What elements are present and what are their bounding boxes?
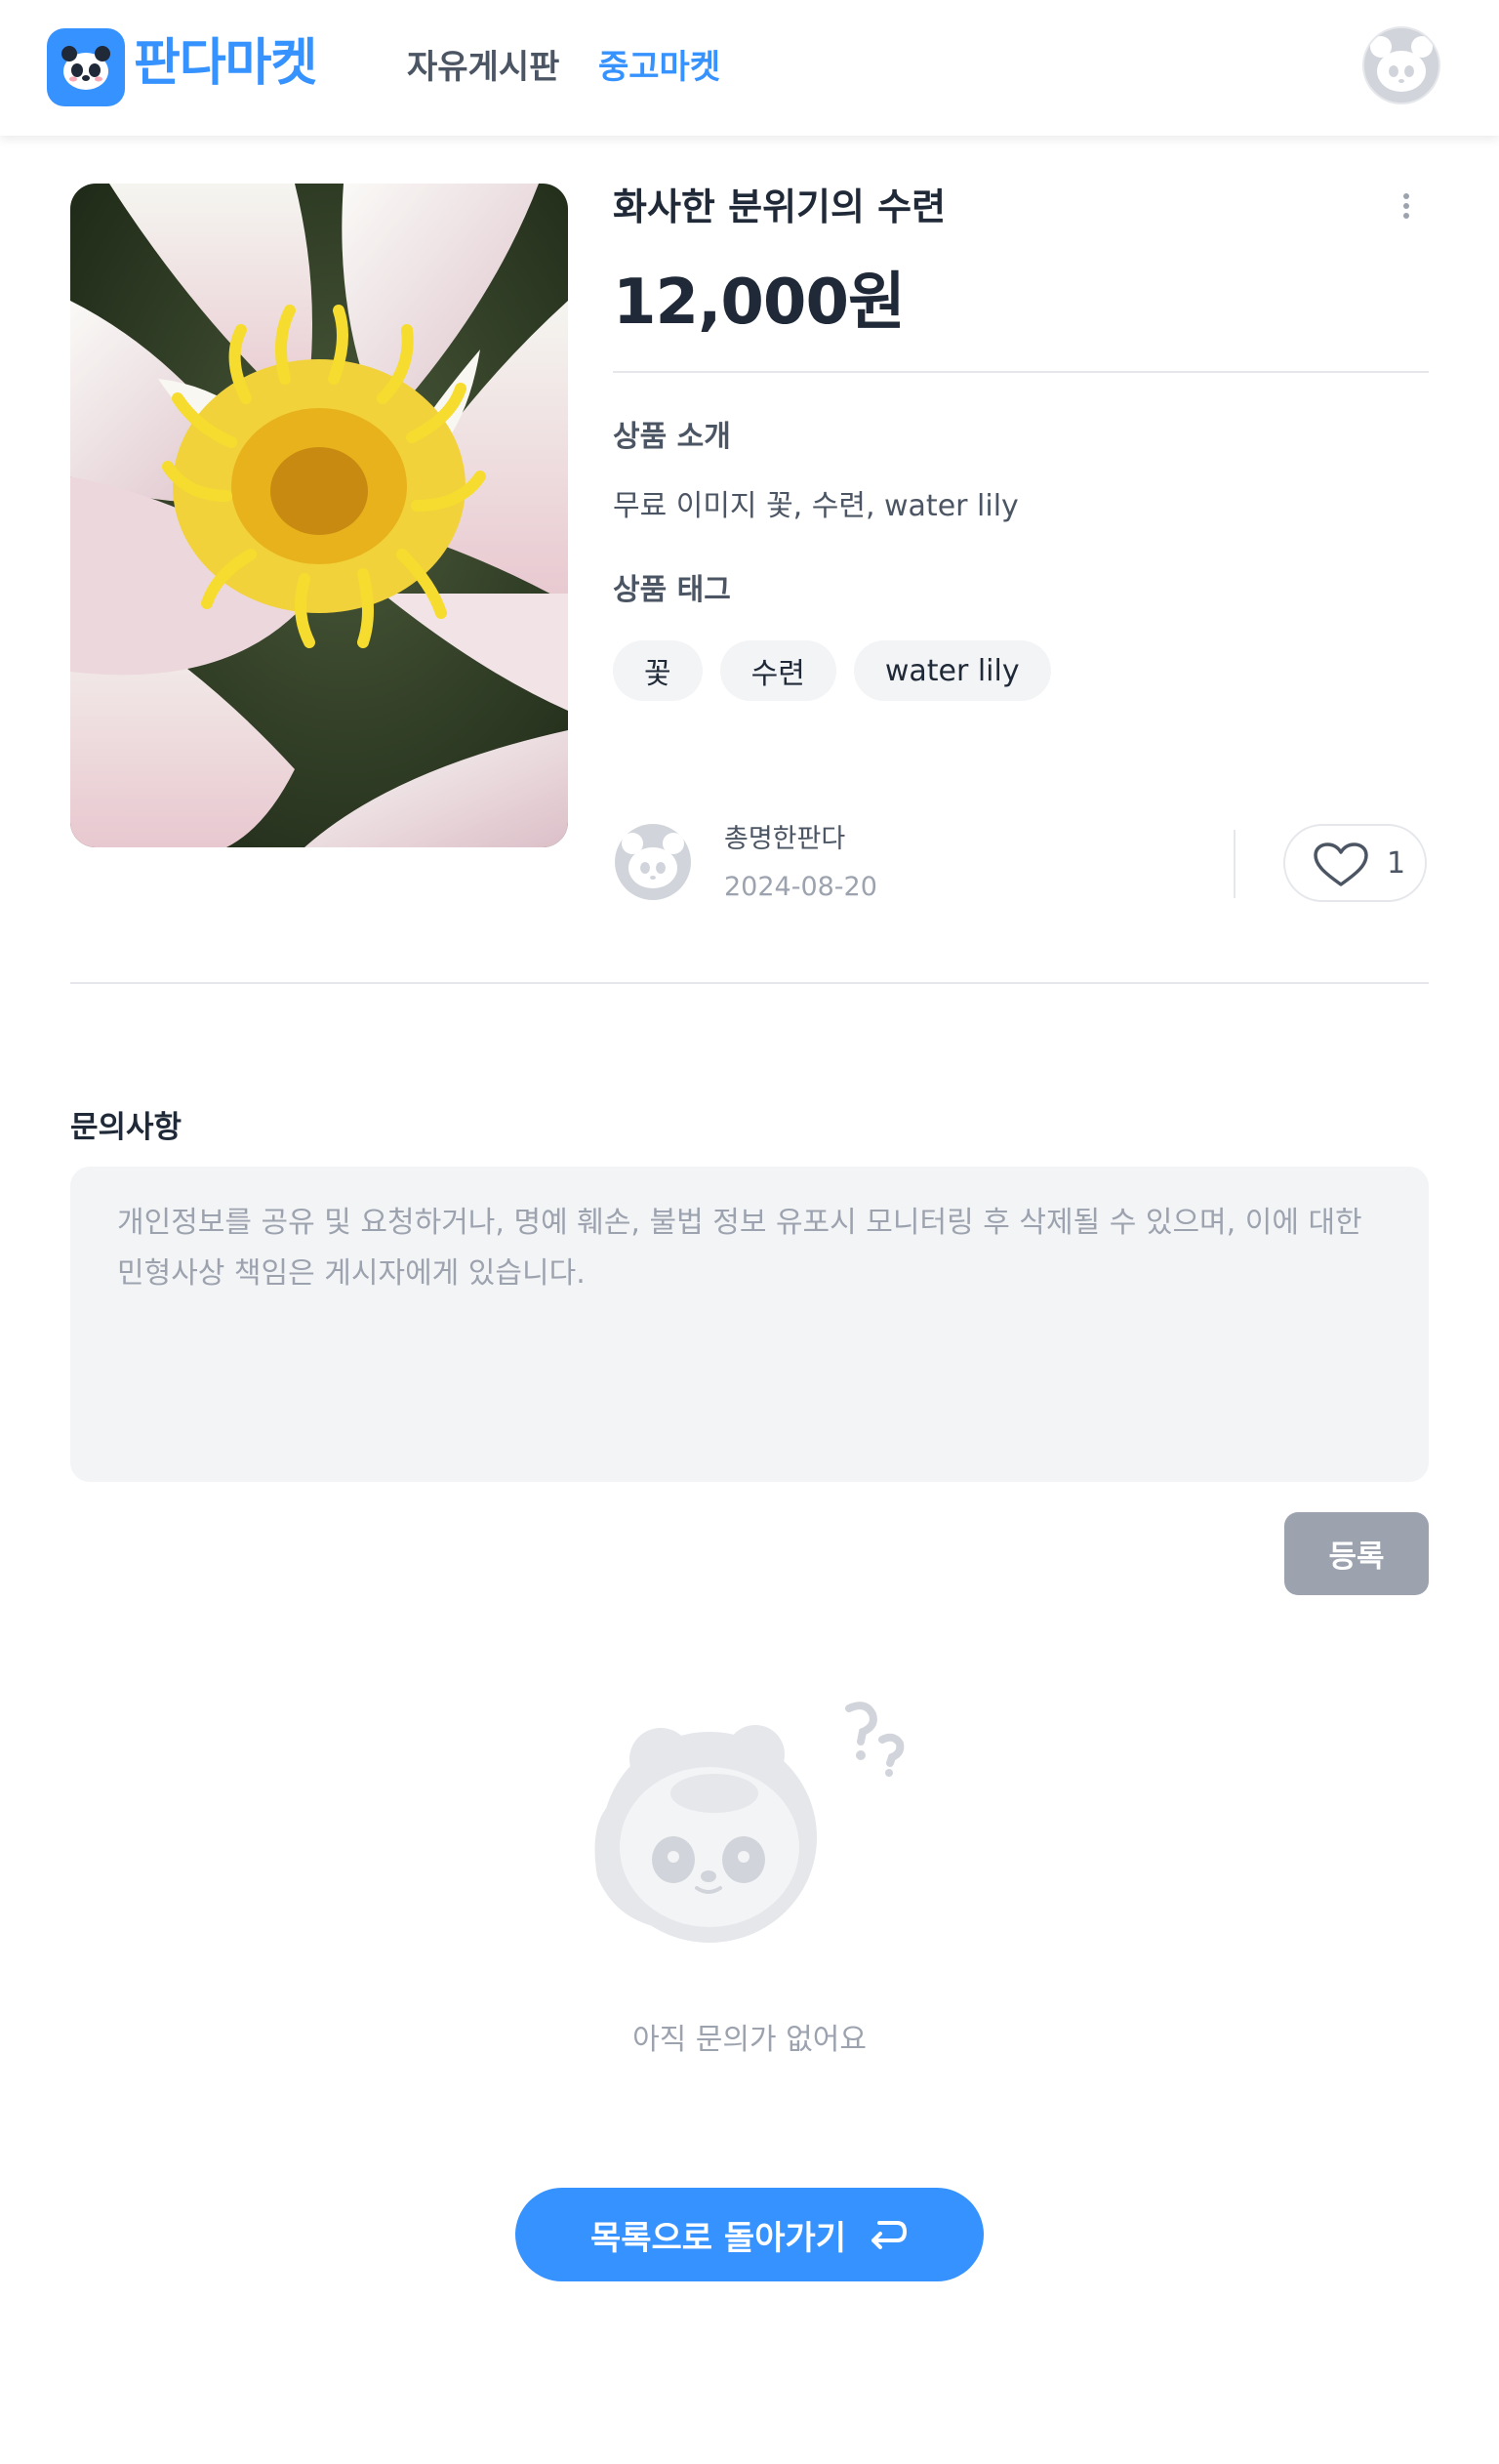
product-intro-label: 상품 소개 xyxy=(613,420,731,454)
return-arrow-icon xyxy=(871,2221,908,2249)
product-title: 화사한 분위기의 수련 xyxy=(613,185,947,228)
product-intro-text: 무료 이미지 꽃, 수련, water lily xyxy=(613,489,1019,523)
kebab-menu-icon[interactable] xyxy=(1392,191,1421,221)
top-navigation-bar: 판다마켓 자유게시판 중고마켓 xyxy=(0,0,1499,136)
panda-empty-illustration xyxy=(587,1701,919,1958)
heart-icon xyxy=(1314,842,1368,886)
user-avatar-icon[interactable] xyxy=(1361,25,1441,105)
inquiry-title: 문의사항 xyxy=(70,1110,182,1145)
seller-name: 총명한판다 xyxy=(724,824,846,854)
vertical-divider xyxy=(1234,830,1236,898)
back-to-list-label: 목록으로 돌아가기 xyxy=(589,2218,847,2258)
nav-free-board[interactable]: 자유게시판 xyxy=(407,43,559,92)
divider xyxy=(613,371,1429,373)
product-price: 12,000원 xyxy=(613,267,906,339)
panda-logo-icon[interactable] xyxy=(47,28,125,106)
empty-inquiry-text: 아직 문의가 없어요 xyxy=(632,2023,867,2057)
product-tag: 꽃 xyxy=(613,640,703,701)
nav-used-market[interactable]: 중고마켓 xyxy=(598,43,720,92)
product-image xyxy=(70,184,568,847)
submit-inquiry-button[interactable]: 등록 xyxy=(1284,1512,1429,1595)
product-tag: 수련 xyxy=(719,640,836,701)
product-tags-label: 상품 태그 xyxy=(613,573,731,607)
product-tags: 꽃 수련 water lily xyxy=(613,640,1051,701)
post-date: 2024-08-20 xyxy=(724,872,877,902)
back-to-list-button[interactable]: 목록으로 돌아가기 xyxy=(515,2188,984,2281)
section-divider xyxy=(70,982,1429,984)
inquiry-placeholder: 개인정보를 공유 및 요청하거나, 명예 훼손, 불법 정보 유포시 모니터링 … xyxy=(117,1206,1362,1291)
logo-wordmark[interactable]: 판다마켓 xyxy=(134,29,317,98)
inquiry-textarea[interactable]: 개인정보를 공유 및 요청하거나, 명예 훼손, 불법 정보 유포시 모니터링 … xyxy=(70,1167,1429,1482)
seller-avatar-icon xyxy=(613,822,693,902)
like-count: 1 xyxy=(1387,846,1406,881)
like-button[interactable]: 1 xyxy=(1283,824,1427,902)
product-tag: water lily xyxy=(853,640,1051,701)
